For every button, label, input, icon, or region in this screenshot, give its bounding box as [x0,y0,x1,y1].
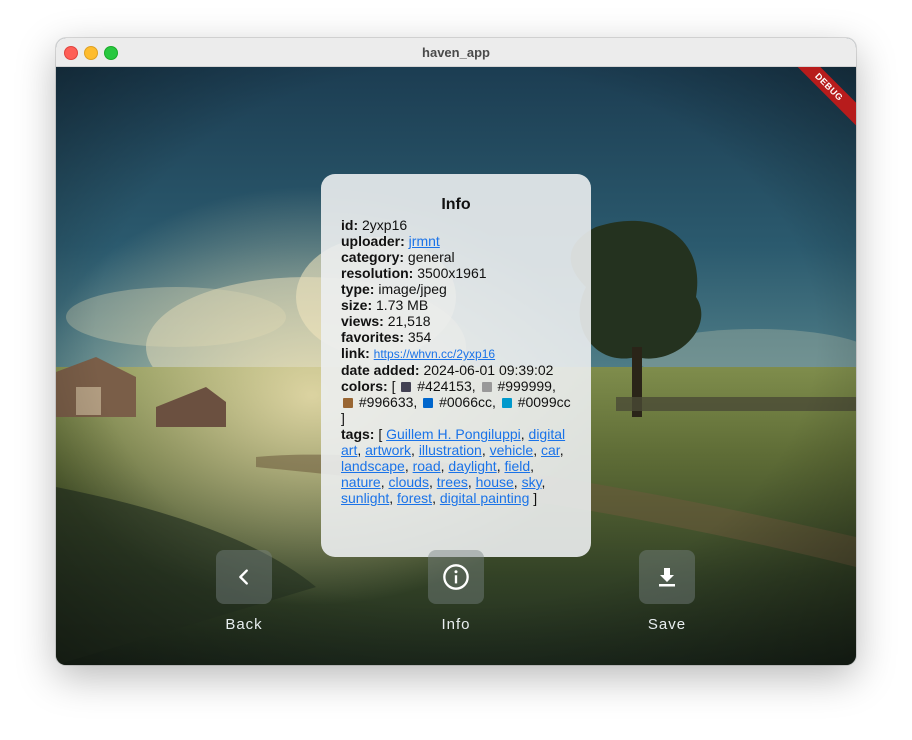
info-size: size: 1.73 MB [341,297,429,313]
tag-link[interactable]: nature [341,474,381,490]
info-panel: Info id: 2yxp16 uploader: jrmnt category… [321,174,591,557]
color-hex: #996633 [358,394,414,410]
tag-link[interactable]: digital painting [440,490,530,506]
info-link: link: https://whvn.cc/2yxp16 [341,345,496,361]
info-category: category: general [341,249,455,265]
save-button[interactable] [639,550,695,604]
save-action: Save [627,550,707,633]
color-item: #424153 [399,378,472,394]
color-item: #999999 [480,378,552,394]
color-swatch [481,382,492,392]
wallpaper-preview: DEBUG Info id: 2yxp16 uploader: jrmnt ca… [56,67,856,665]
tag-link[interactable]: trees [437,474,468,490]
color-swatch [423,398,434,408]
info-uploader: uploader: jrmnt [341,233,440,249]
tag-link[interactable]: clouds [388,474,428,490]
info-label: Info [441,616,471,633]
app-window: haven_app DEBUG Info id: 2yxp16 uploader… [56,38,856,665]
tag-link[interactable]: daylight [448,458,496,474]
color-swatch [401,382,412,392]
color-hex: #999999 [497,378,552,394]
window-title: haven_app [422,45,490,60]
info-colors: colors: [ #424153, #999999, #996633, #00… [341,378,571,426]
color-swatch [501,398,512,408]
tag-link[interactable]: vehicle [490,442,534,458]
info-tags: tags: [ Guillem H. Pongiluppi, digital a… [341,426,566,506]
tag-link[interactable]: road [413,458,441,474]
color-item: #0066cc [421,394,492,410]
color-hex: #424153 [417,378,472,394]
info-action: Info [416,550,496,633]
wallpaper-link[interactable]: https://whvn.cc/2yxp16 [374,347,495,361]
back-button[interactable] [216,550,272,604]
tag-link[interactable]: sunlight [341,490,389,506]
color-item: #0099cc [500,394,571,410]
tag-link[interactable]: house [476,474,514,490]
tag-link[interactable]: Guillem H. Pongiluppi [386,426,521,442]
tag-link[interactable]: landscape [341,458,405,474]
back-label: Back [225,616,263,633]
tag-link[interactable]: artwork [365,442,411,458]
tag-link[interactable]: illustration [419,442,482,458]
color-hex: #0099cc [517,394,571,410]
color-swatch [343,398,353,408]
tag-link[interactable]: sky [522,474,542,490]
title-bar: haven_app [56,38,856,67]
info-type: type: image/jpeg [341,281,447,297]
back-action: Back [204,550,284,633]
tag-link[interactable]: field [504,458,530,474]
info-button[interactable] [428,550,484,604]
chevron-left-icon [239,569,248,585]
tag-link[interactable]: car [541,442,560,458]
info-heading: Info [441,196,471,213]
info-id: id: 2yxp16 [341,217,408,233]
color-item: #996633 [341,394,413,410]
tag-link[interactable]: forest [397,490,432,506]
color-hex: #0066cc [439,394,493,410]
info-views: views: 21,518 [341,313,431,329]
tag-list: Guillem H. Pongiluppi, digital art, artw… [341,426,566,506]
info-circle-icon [443,564,469,590]
uploader-link[interactable]: jrmnt [409,233,440,249]
save-label: Save [647,616,687,633]
info-date-added: date added: 2024-06-01 09:39:02 [341,362,554,378]
info-favorites: favorites: 354 [341,329,432,345]
download-icon [659,568,675,587]
info-resolution: resolution: 3500x1961 [341,265,487,281]
